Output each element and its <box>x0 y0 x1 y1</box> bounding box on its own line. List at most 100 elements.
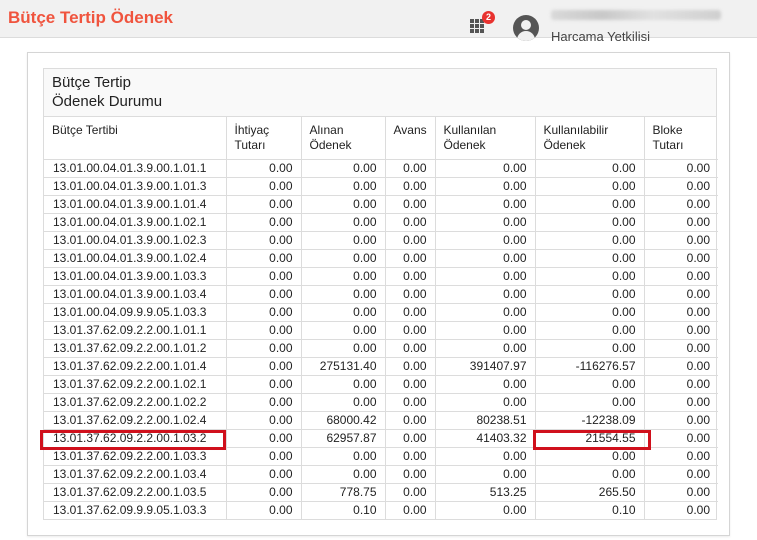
cell-ihtiyac: 0.00 <box>226 249 302 268</box>
cell-alinan: 62957.87 <box>301 429 386 448</box>
cell-bloke: 0.00 <box>644 393 718 412</box>
cell-ihtiyac: 0.00 <box>226 465 302 484</box>
table-row[interactable]: 13.01.00.04.01.3.9.00.1.03.3 0.00 0.00 0.00… <box>44 267 718 286</box>
table-row[interactable]: 13.01.37.62.09.2.2.00.1.01.1 0.00 0.00 0.00… <box>44 321 718 340</box>
cell-tertip: 13.01.37.62.09.2.2.00.1.01.2 <box>44 339 227 358</box>
cell-kullanilan: 0.00 <box>435 465 536 484</box>
cell-alinan: 0.10 <box>301 501 386 519</box>
table-row[interactable]: 13.01.37.62.09.9.9.05.1.03.3 0.00 0.10 0.00… <box>44 501 718 519</box>
cell-kullanilan: 0.00 <box>435 501 536 519</box>
cell-alinan: 0.00 <box>301 195 386 214</box>
cell-avans: 0.00 <box>385 231 436 250</box>
cell-avans: 0.00 <box>385 249 436 268</box>
table-row[interactable]: 13.01.37.62.09.2.2.00.1.03.4 0.00 0.00 0.00… <box>44 465 718 484</box>
cell-ihtiyac: 0.00 <box>226 195 302 214</box>
table-row[interactable]: 13.01.37.62.09.2.2.00.1.03.5 0.00 778.75 0.… <box>44 483 718 502</box>
panel-title-line2: Ödenek Durumu <box>52 93 163 110</box>
cell-tertip: 13.01.00.04.01.3.9.00.1.03.3 <box>44 267 227 286</box>
table-row[interactable]: 13.01.00.04.09.9.9.05.1.03.3 0.00 0.00 0.00… <box>44 303 718 322</box>
cell-ihtiyac: 0.00 <box>226 285 302 304</box>
cell-ihtiyac: 0.00 <box>226 213 302 232</box>
cell-kullanilabilir: -12238.09 <box>535 411 645 430</box>
table-row[interactable]: 13.01.00.04.01.3.9.00.1.02.1 0.00 0.00 0.00… <box>44 213 718 232</box>
cell-kullanilan: 0.00 <box>435 339 536 358</box>
cell-tertip: 13.01.00.04.01.3.9.00.1.03.4 <box>44 285 227 304</box>
cell-avans: 0.00 <box>385 393 436 412</box>
cell-kullanilabilir: 0.00 <box>535 267 645 286</box>
cell-bloke: 0.00 <box>644 429 718 448</box>
table-row[interactable]: 13.01.00.04.01.3.9.00.1.02.4 0.00 0.00 0.00… <box>44 249 718 268</box>
cell-kullanilabilir: 0.00 <box>535 159 645 178</box>
notification-badge: 2 <box>482 11 495 24</box>
panel-title: Bütçe Tertip Ödenek Durumu <box>44 69 716 117</box>
cell-tertip: 13.01.00.04.09.9.9.05.1.03.3 <box>44 303 227 322</box>
table-row[interactable]: 13.01.37.62.09.2.2.00.1.02.1 0.00 0.00 0.00… <box>44 375 718 394</box>
cell-bloke: 0.00 <box>644 321 718 340</box>
cell-avans: 0.00 <box>385 285 436 304</box>
cell-kullanilan: 0.00 <box>435 213 536 232</box>
table-row[interactable]: 13.01.00.04.01.3.9.00.1.01.3 0.00 0.00 0.00… <box>44 177 718 196</box>
cell-tertip: 13.01.37.62.09.2.2.00.1.01.1 <box>44 321 227 340</box>
col-header-ihtiyac[interactable]: İhtiyaç Tutarı <box>226 117 302 160</box>
budget-table-container: Bütçe Tertip Ödenek Durumu Bütçe Tertibi… <box>43 68 718 520</box>
cell-alinan: 0.00 <box>301 321 386 340</box>
table-row[interactable]: 13.01.37.62.09.2.2.00.1.01.2 0.00 0.00 0.00… <box>44 339 718 358</box>
col-header-alinan[interactable]: Alınan Ödenek <box>301 117 386 160</box>
cell-ihtiyac: 0.00 <box>226 447 302 466</box>
cell-ihtiyac: 0.00 <box>226 159 302 178</box>
highlight-box-kullanilabilir <box>533 430 651 450</box>
table-row[interactable]: 13.01.00.04.01.3.9.00.1.02.3 0.00 0.00 0.00… <box>44 231 718 250</box>
cell-avans: 0.00 <box>385 429 436 448</box>
col-header-kullanilan[interactable]: Kullanılan Ödenek <box>435 117 536 160</box>
user-role[interactable]: Harcama Yetkilisi <box>551 29 650 44</box>
table-body: 13.01.00.04.01.3.9.00.1.01.1 0.00 0.00 0.00… <box>44 159 718 519</box>
col-header-kullanilabilir[interactable]: Kullanılabilir Ödenek <box>535 117 645 160</box>
cell-kullanilabilir: 0.00 <box>535 393 645 412</box>
cell-avans: 0.00 <box>385 267 436 286</box>
table-row[interactable]: 13.01.00.04.01.3.9.00.1.01.1 0.00 0.00 0.00… <box>44 159 718 178</box>
cell-tertip: 13.01.37.62.09.2.2.00.1.02.2 <box>44 393 227 412</box>
cell-tertip: 13.01.37.62.09.9.9.05.1.03.3 <box>44 501 227 519</box>
cell-kullanilabilir: 0.00 <box>535 303 645 322</box>
table-row[interactable]: 13.01.37.62.09.2.2.00.1.01.4 0.00 275131.4… <box>44 357 718 376</box>
table-row[interactable]: 13.01.37.62.09.2.2.00.1.02.2 0.00 0.00 0.00… <box>44 393 718 412</box>
cell-ihtiyac: 0.00 <box>226 429 302 448</box>
cell-kullanilan: 0.00 <box>435 303 536 322</box>
cell-alinan: 0.00 <box>301 375 386 394</box>
cell-avans: 0.00 <box>385 339 436 358</box>
budget-table: Bütçe Tertibi İhtiyaç Tutarı Alınan Ödenek… <box>44 117 718 519</box>
cell-ihtiyac: 0.00 <box>226 411 302 430</box>
table-row[interactable]: 13.01.37.62.09.2.2.00.1.02.4 0.00 68000.42… <box>44 411 718 430</box>
table-header-row: Bütçe Tertibi İhtiyaç Tutarı Alınan Ödenek… <box>44 117 718 160</box>
cell-alinan: 275131.40 <box>301 357 386 376</box>
cell-bloke: 0.00 <box>644 303 718 322</box>
cell-bloke: 0.00 <box>644 231 718 250</box>
cell-kullanilan: 0.00 <box>435 447 536 466</box>
cell-alinan: 0.00 <box>301 393 386 412</box>
user-avatar-icon[interactable] <box>513 15 539 41</box>
col-header-avans[interactable]: Avans <box>385 117 436 160</box>
cell-tertip: 13.01.00.04.01.3.9.00.1.01.3 <box>44 177 227 196</box>
cell-alinan: 0.00 <box>301 303 386 322</box>
cell-kullanilabilir: 0.00 <box>535 321 645 340</box>
col-header-tertip[interactable]: Bütçe Tertibi <box>44 117 227 160</box>
user-name-redacted <box>551 10 721 20</box>
cell-avans: 0.00 <box>385 357 436 376</box>
cell-ihtiyac: 0.00 <box>226 231 302 250</box>
col-header-bloke[interactable]: Bloke Tutarı <box>644 117 718 160</box>
table-row[interactable]: 13.01.00.04.01.3.9.00.1.03.4 0.00 0.00 0.00… <box>44 285 718 304</box>
table-row[interactable]: 13.01.00.04.01.3.9.00.1.01.4 0.00 0.00 0.00… <box>44 195 718 214</box>
cell-bloke: 0.00 <box>644 447 718 466</box>
cell-bloke: 0.00 <box>644 195 718 214</box>
cell-avans: 0.00 <box>385 483 436 502</box>
cell-kullanilabilir: 0.00 <box>535 177 645 196</box>
cell-tertip: 13.01.00.04.01.3.9.00.1.02.3 <box>44 231 227 250</box>
app-title[interactable]: Bütçe Tertip Ödenek <box>8 8 173 28</box>
cell-ihtiyac: 0.00 <box>226 177 302 196</box>
cell-avans: 0.00 <box>385 159 436 178</box>
cell-avans: 0.00 <box>385 195 436 214</box>
cell-kullanilabilir: 0.00 <box>535 195 645 214</box>
cell-ihtiyac: 0.00 <box>226 303 302 322</box>
cell-kullanilabilir: 0.00 <box>535 465 645 484</box>
cell-kullanilan: 0.00 <box>435 159 536 178</box>
